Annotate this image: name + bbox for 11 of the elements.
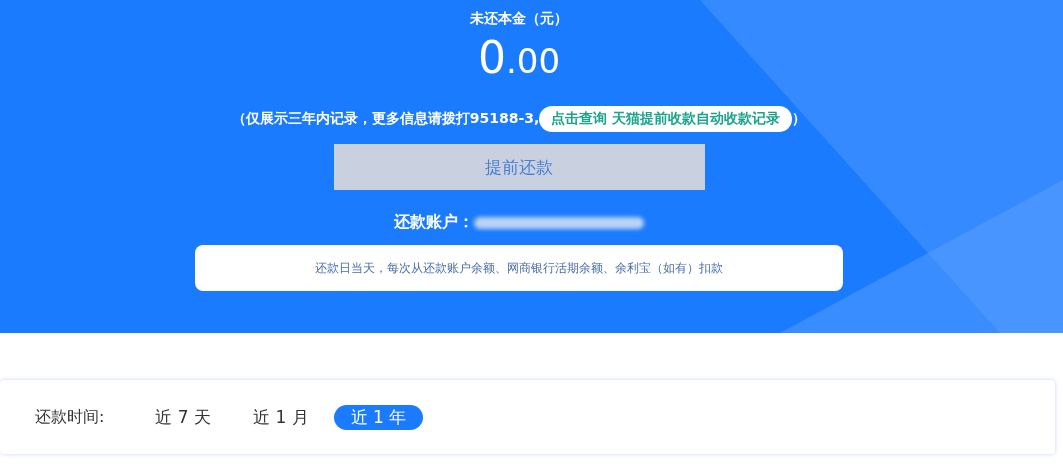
query-link[interactable]: 点击查询 天猫提前收款自动收款记录 [539, 106, 793, 132]
principal-amount: 0.00 [477, 32, 561, 85]
tooltip: 还款日当天，每次从还款账户余额、网商银行活期余额、余利宝（如有）扣款 [195, 245, 843, 291]
notice-text: ） [792, 110, 807, 128]
notice-text: （仅展示三年内记录，更多信息请拨打95188-3, [231, 110, 540, 128]
account-label: 还款账户： [394, 212, 474, 233]
time-range-tab[interactable]: 近 1 月 [236, 404, 326, 430]
filter-label: 还款时间: [35, 406, 105, 428]
time-range-tab[interactable]: 近 7 天 [138, 404, 228, 430]
time-range-tab[interactable]: 近 1 年 [333, 404, 424, 430]
principal-title: 未还本金（元） [470, 10, 568, 28]
